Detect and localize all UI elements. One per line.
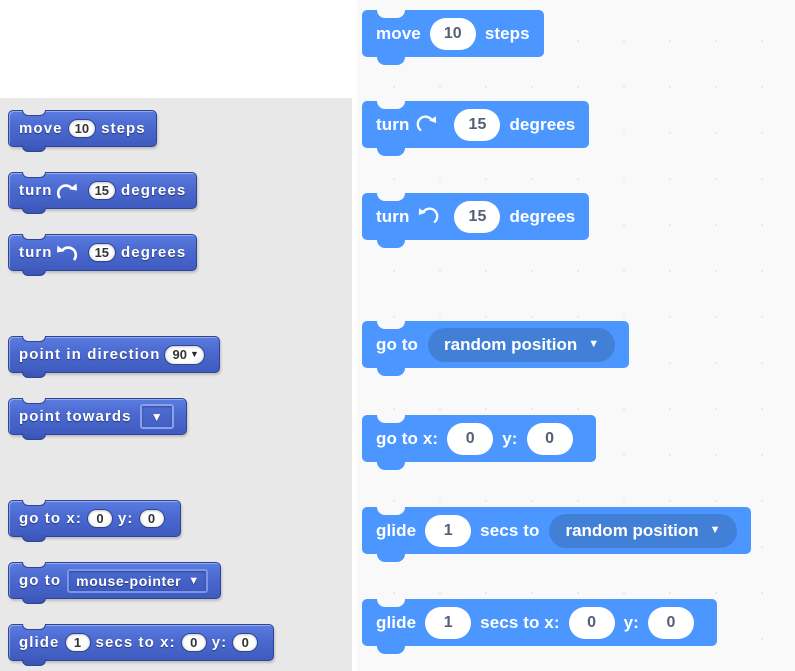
legacy-block-glide-to-xy[interactable]: glide 1 secs to x: 0 y: 0 — [8, 624, 275, 666]
chevron-down-icon: ▼ — [150, 409, 163, 424]
y-input[interactable]: 0 — [138, 509, 165, 528]
x-input[interactable]: 0 — [447, 422, 494, 455]
block-label: steps — [101, 120, 146, 137]
steps-input[interactable]: 10 — [429, 17, 476, 50]
block-label: degrees — [121, 182, 187, 199]
modern-block-palette: move 10 steps turn 15 degrees turn 15 de… — [357, 0, 795, 671]
target-dropdown[interactable]: mouse-pointer ▼ — [67, 568, 209, 593]
y-input[interactable]: 0 — [232, 633, 259, 652]
block-label: move — [19, 120, 63, 137]
degrees-input[interactable]: 15 — [454, 108, 501, 141]
block-label: turn — [376, 207, 410, 226]
legacy-block-turn-clockwise[interactable]: turn 15 degrees — [8, 172, 198, 214]
x-input[interactable]: 0 — [180, 633, 207, 652]
modern-block-turn-counterclockwise[interactable]: turn 15 degrees — [362, 193, 590, 248]
block-label: y: — [623, 613, 639, 632]
turn-counterclockwise-icon — [56, 243, 78, 263]
legacy-block-go-to-xy[interactable]: go to x: 0 y: 0 — [8, 500, 181, 542]
degrees-input[interactable]: 15 — [87, 181, 117, 200]
degrees-input[interactable]: 15 — [454, 200, 501, 233]
block-label: degrees — [121, 244, 187, 261]
target-value: random position — [565, 521, 699, 540]
legacy-block-point-towards[interactable]: point towards ▼ — [8, 398, 187, 440]
modern-block-go-to-xy[interactable]: go to x: 0 y: 0 — [362, 415, 596, 470]
block-label: y: — [502, 429, 518, 448]
block-label: turn — [19, 182, 53, 199]
chevron-down-icon: ▼ — [189, 349, 199, 359]
legacy-block-palette: move 10 steps turn 15 degrees turn 15 de… — [0, 98, 352, 671]
chevron-down-icon: ▼ — [588, 338, 600, 350]
secs-input[interactable]: 1 — [64, 633, 91, 652]
block-label: secs to x: — [95, 634, 176, 651]
modern-block-glide-to-xy[interactable]: glide 1 secs to x: 0 y: 0 — [362, 599, 717, 654]
block-label: y: — [117, 510, 134, 527]
block-label: move — [376, 24, 421, 43]
y-input[interactable]: 0 — [526, 422, 573, 455]
block-label: y: — [211, 634, 228, 651]
direction-value: 90 — [172, 347, 187, 362]
block-label: go to — [19, 572, 62, 589]
turn-counterclockwise-icon — [416, 205, 439, 228]
target-value: mouse-pointer — [76, 572, 182, 589]
screenshot-canvas: move 10 steps turn 15 degrees turn 15 de… — [0, 0, 795, 671]
degrees-input[interactable]: 15 — [87, 243, 117, 262]
block-label: point in direction — [19, 346, 161, 363]
block-label: steps — [484, 24, 530, 43]
block-label: turn — [19, 244, 53, 261]
block-label: glide — [376, 521, 417, 540]
block-label: go to x: — [376, 429, 439, 448]
legacy-block-move-steps[interactable]: move 10 steps — [8, 110, 157, 152]
modern-block-go-to-target[interactable]: go to random position ▼ — [362, 321, 630, 376]
block-label: secs to — [480, 521, 540, 540]
block-label: secs to x: — [480, 613, 560, 632]
block-label: glide — [19, 634, 60, 651]
towards-dropdown[interactable]: ▼ — [139, 404, 174, 429]
block-label: go to x: — [19, 510, 82, 527]
block-label: point towards — [19, 408, 132, 425]
chevron-down-icon: ▼ — [188, 574, 200, 587]
modern-block-turn-clockwise[interactable]: turn 15 degrees — [362, 101, 590, 156]
secs-input[interactable]: 1 — [425, 606, 472, 639]
block-label: turn — [376, 115, 410, 134]
secs-input[interactable]: 1 — [425, 514, 472, 547]
legacy-block-turn-counterclockwise[interactable]: turn 15 degrees — [8, 234, 198, 276]
steps-input[interactable]: 10 — [67, 119, 97, 138]
block-label: glide — [376, 613, 417, 632]
target-dropdown[interactable]: random position ▼ — [428, 327, 616, 362]
block-label: degrees — [509, 207, 576, 226]
turn-clockwise-icon — [416, 113, 439, 136]
modern-block-glide-to-target[interactable]: glide 1 secs to random position ▼ — [362, 507, 751, 562]
target-value: random position — [444, 335, 578, 354]
target-dropdown[interactable]: random position ▼ — [549, 513, 737, 548]
modern-block-move-steps[interactable]: move 10 steps — [362, 10, 544, 65]
turn-clockwise-icon — [56, 181, 78, 201]
x-input[interactable]: 0 — [86, 509, 113, 528]
legacy-block-point-in-direction[interactable]: point in direction 90 ▼ — [8, 336, 220, 378]
legacy-block-go-to-target[interactable]: go to mouse-pointer ▼ — [8, 562, 222, 604]
block-label: degrees — [509, 115, 576, 134]
chevron-down-icon: ▼ — [709, 524, 721, 536]
block-label: go to — [376, 335, 419, 354]
direction-dropdown[interactable]: 90 ▼ — [164, 344, 205, 365]
y-input[interactable]: 0 — [647, 606, 694, 639]
x-input[interactable]: 0 — [568, 606, 615, 639]
